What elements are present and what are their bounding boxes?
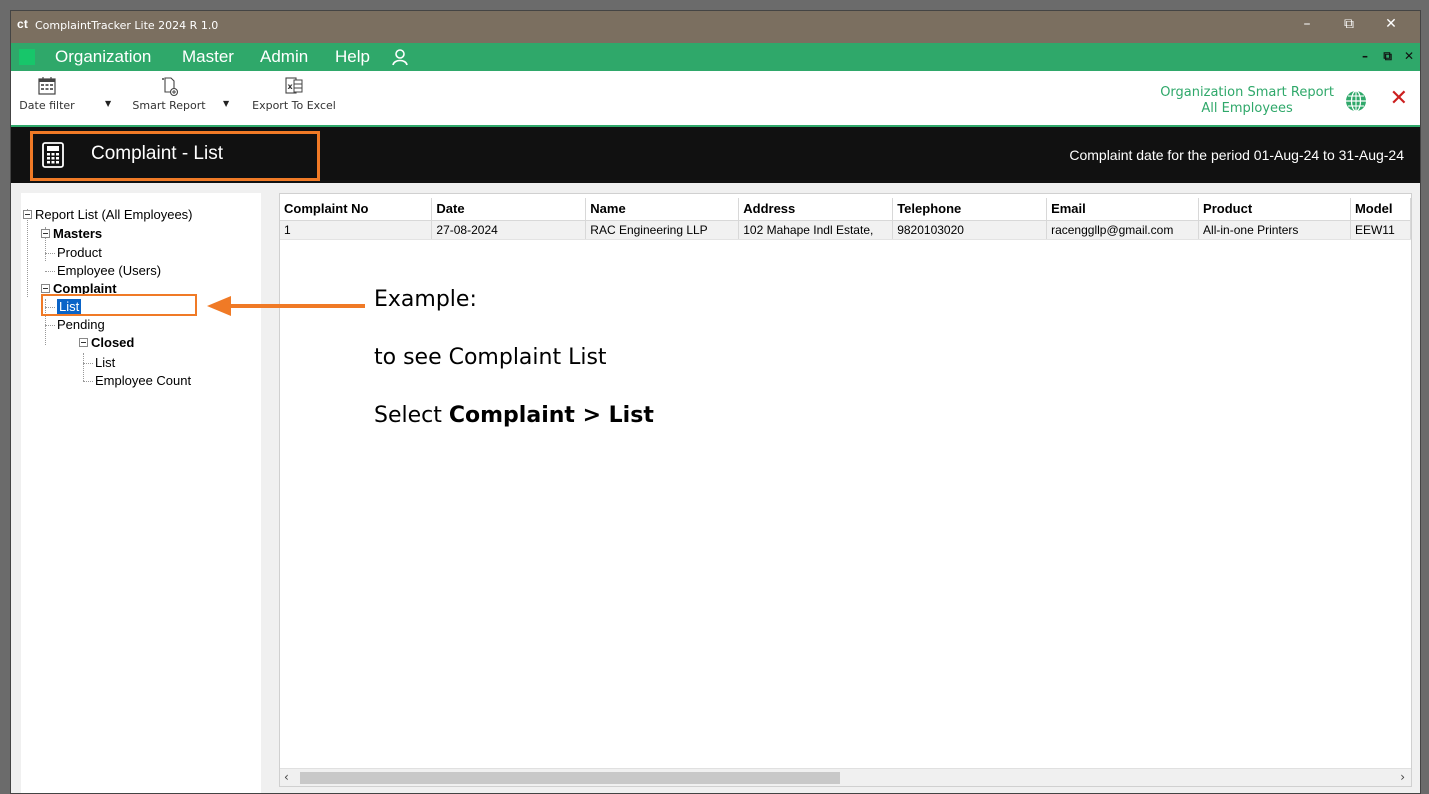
table-cell[interactable]: 102 Mahape Indl Estate, (738, 220, 894, 240)
tree-item-product[interactable]: Product (57, 245, 102, 260)
user-icon[interactable] (391, 48, 409, 66)
table-header-row: Complaint No Date Name Address Telephone… (280, 198, 1411, 221)
scrollbar-thumb[interactable] (300, 772, 840, 784)
tree-item-closed[interactable]: Closed (91, 335, 134, 350)
table-row[interactable]: 1 27-08-2024 RAC Engineering LLP 102 Mah… (280, 220, 1411, 240)
menu-admin[interactable]: Admin (260, 47, 308, 67)
close-window-icon[interactable]: ✕ (1376, 16, 1406, 32)
tree-item-closed-list[interactable]: List (95, 355, 115, 370)
tree-item-employee-users[interactable]: Employee (Users) (57, 263, 161, 278)
mdi-minimize-icon[interactable]: – (1362, 49, 1368, 63)
menu-bar: Organization Master Admin Help – ⧉ ✕ (11, 43, 1420, 71)
smart-report-dropdown-icon[interactable]: ▼ (223, 99, 229, 108)
close-report-icon[interactable]: ✕ (1390, 88, 1408, 110)
scroll-left-icon[interactable]: ‹ (284, 770, 289, 784)
tree-line (45, 271, 55, 272)
smart-report-title-line2: All Employees (1201, 101, 1293, 116)
menu-organization[interactable]: Organization (55, 47, 151, 67)
annotation-line-3-bold: Complaint > List (448, 403, 654, 428)
title-highlight-box (30, 131, 320, 181)
collapse-closed-icon[interactable] (79, 338, 88, 347)
tree-line (83, 363, 93, 364)
table-cell[interactable]: 9820103020 (892, 220, 1048, 240)
period-text: Complaint date for the period 01-Aug-24 … (1069, 147, 1404, 163)
smart-report-button[interactable]: Smart Report (127, 75, 211, 112)
tree-line (27, 209, 28, 297)
annotation-line-3: Select Complaint > List (374, 403, 654, 428)
collapse-complaint-icon[interactable] (41, 284, 50, 293)
menu-help[interactable]: Help (335, 47, 370, 67)
column-header[interactable]: Telephone (892, 198, 1048, 221)
smart-report-label: Smart Report (132, 99, 206, 112)
window-title: ComplaintTracker Lite 2024 R 1.0 (35, 19, 219, 32)
table-cell[interactable]: racenggllp@gmail.com (1046, 220, 1200, 240)
date-filter-dropdown-icon[interactable]: ▼ (105, 99, 111, 108)
export-to-excel-label: Export To Excel (252, 99, 336, 112)
table-cell[interactable]: All-in-one Printers (1198, 220, 1351, 240)
toolbar: Date filter ▼ Smart Report ▼ x Export To… (11, 71, 1420, 127)
report-tree: Report List (All Employees) Masters Prod… (21, 193, 261, 793)
column-header[interactable]: Complaint No (280, 198, 433, 221)
annotation-line-2: to see Complaint List (374, 345, 607, 370)
title-bar: ct ComplaintTracker Lite 2024 R 1.0 – ⧉ … (11, 11, 1420, 43)
app-logo: ct (17, 17, 29, 31)
minimize-icon[interactable]: – (1292, 16, 1322, 32)
collapse-root-icon[interactable] (23, 210, 32, 219)
tree-item-pending[interactable]: Pending (57, 317, 105, 332)
column-header[interactable]: Model (1350, 198, 1411, 221)
smart-report-icon (162, 77, 179, 97)
tree-line (45, 253, 55, 254)
table-cell[interactable]: RAC Engineering LLP (585, 220, 740, 240)
annotation-line-1: Example: (374, 287, 477, 312)
tree-line (45, 325, 55, 326)
calendar-icon (38, 77, 56, 95)
column-header[interactable]: Address (738, 198, 894, 221)
annotation-arrow-icon (207, 296, 365, 316)
mdi-restore-icon[interactable]: ⧉ (1383, 49, 1392, 64)
table-cell[interactable]: 1 (280, 220, 433, 240)
collapse-masters-icon[interactable] (41, 229, 50, 238)
app-window: ct ComplaintTracker Lite 2024 R 1.0 – ⧉ … (10, 10, 1421, 794)
horizontal-scrollbar[interactable]: ‹ › (280, 768, 1411, 786)
restore-icon[interactable]: ⧉ (1334, 16, 1364, 32)
date-filter-button[interactable]: Date filter (19, 75, 75, 112)
tree-line (83, 381, 93, 382)
mdi-close-icon[interactable]: ✕ (1404, 49, 1414, 63)
tree-line (83, 353, 84, 381)
annotation-line-3-prefix: Select (374, 403, 449, 428)
list-highlight-box (41, 294, 197, 316)
column-header[interactable]: Email (1046, 198, 1200, 221)
svg-text:x: x (288, 82, 294, 91)
column-header[interactable]: Date (431, 198, 587, 221)
smart-report-title-line1: Organization Smart Report (1160, 85, 1334, 100)
globe-icon[interactable] (1344, 89, 1368, 113)
excel-icon: x (285, 77, 303, 94)
export-to-excel-button[interactable]: x Export To Excel (239, 75, 349, 112)
complaint-table: Complaint No Date Name Address Telephone… (280, 198, 1411, 240)
complaint-grid: Complaint No Date Name Address Telephone… (279, 193, 1412, 787)
scroll-right-icon[interactable]: › (1400, 770, 1405, 784)
column-header[interactable]: Product (1198, 198, 1351, 221)
app-menu-square-icon (19, 49, 35, 65)
tree-item-report-list[interactable]: Report List (All Employees) (35, 207, 193, 222)
column-header[interactable]: Name (585, 198, 740, 221)
table-cell[interactable]: EEW11 (1350, 220, 1411, 240)
smart-report-title: Organization Smart Report All Employees (1160, 85, 1334, 117)
tree-item-employee-count[interactable]: Employee Count (95, 373, 191, 388)
menu-master[interactable]: Master (182, 47, 234, 67)
date-filter-label: Date filter (19, 99, 75, 112)
tree-item-masters[interactable]: Masters (53, 226, 102, 241)
table-cell[interactable]: 27-08-2024 (431, 220, 587, 240)
